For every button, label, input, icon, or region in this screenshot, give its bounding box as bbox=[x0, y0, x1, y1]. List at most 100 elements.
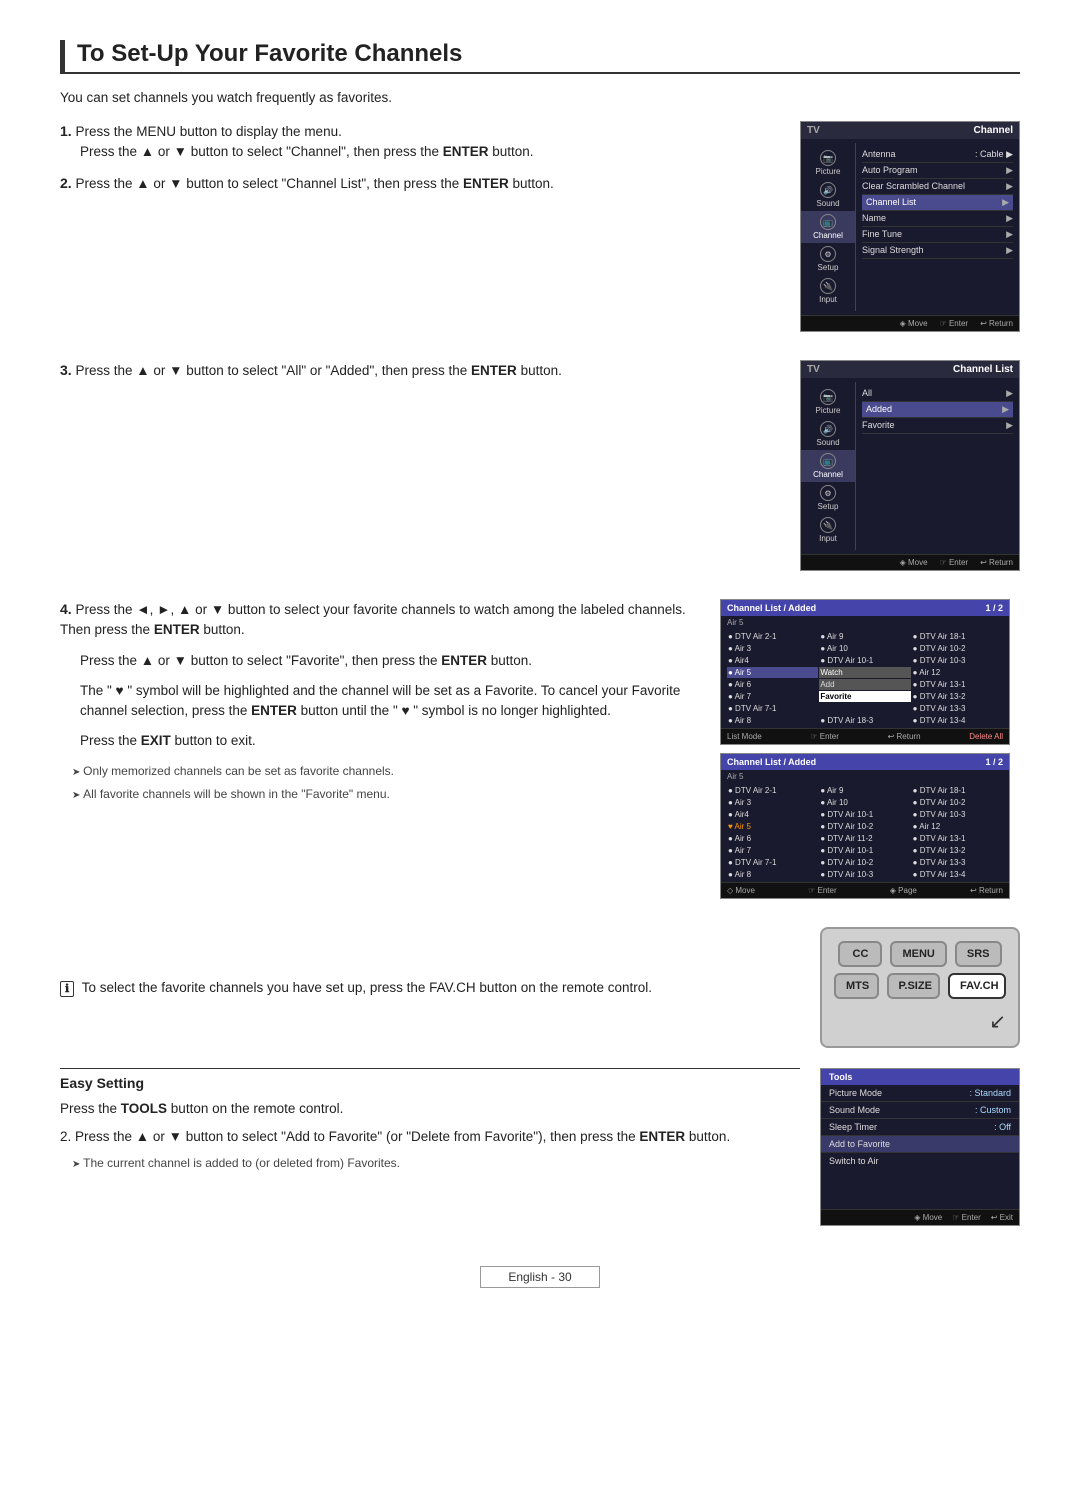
ch2-dtv13-2: ● DTV Air 13-2 bbox=[912, 845, 1003, 856]
menu1-row-finetune: Fine Tune▶ bbox=[862, 227, 1013, 243]
tv-channel-menu: TV Channel 📷 Picture 🔊 Sound 📺 Channel bbox=[800, 121, 1020, 332]
step4-sub1: Press the ▲ or ▼ button to select "Favor… bbox=[60, 651, 700, 671]
ch2-dtv11-2: ● DTV Air 11-2 bbox=[819, 833, 910, 844]
tools-row-switch: Switch to Air bbox=[821, 1153, 1019, 1169]
context-add: Add bbox=[819, 679, 910, 690]
menu2-row-added: Added▶ bbox=[862, 402, 1013, 418]
channel-added-menu1: Channel List / Added 1 / 2 Air 5 ● DTV A… bbox=[720, 599, 1010, 745]
ch-air9: ● Air 9 bbox=[819, 631, 910, 642]
remote-row1: CC MENU SRS bbox=[834, 941, 1006, 967]
ch-dtv10-3b: ● DTV Air 18-3 bbox=[819, 715, 910, 726]
menu2-sidebar: 📷 Picture 🔊 Sound 📺 Channel ⚙ Setup bbox=[801, 382, 856, 550]
tools-menu: Tools Picture Mode: Standard Sound Mode:… bbox=[820, 1068, 1020, 1226]
remote-btn-srs: SRS bbox=[955, 941, 1002, 967]
ch2-dtv13-4: ● DTV Air 13-4 bbox=[912, 869, 1003, 880]
note2: All favorite channels will be shown in t… bbox=[60, 785, 700, 804]
ch2-air7: ● Air 7 bbox=[727, 845, 818, 856]
ch-air6: ● Air 6 bbox=[727, 679, 818, 690]
ch-dtv13-1: ● DTV Air 13-1 bbox=[912, 679, 1003, 690]
ch2-air4: ● Air4 bbox=[727, 809, 818, 820]
tools-row-add: Add to Favorite bbox=[821, 1136, 1019, 1153]
step1: 1. Press the MENU button to display the … bbox=[60, 121, 780, 163]
sidebar-setup: ⚙ Setup bbox=[801, 243, 855, 275]
menu1-row-signal: Signal Strength▶ bbox=[862, 243, 1013, 259]
ch2-dtv10-2: ● DTV Air 10-2 bbox=[912, 797, 1003, 808]
menu2-content: All▶ Added▶ Favorite▶ bbox=[856, 382, 1019, 550]
menu1-header: TV Channel bbox=[801, 122, 1019, 139]
channel-added-menu2: Channel List / Added 1 / 2 Air 5 ● DTV A… bbox=[720, 753, 1010, 899]
ch2-dtv10-2b: ● DTV Air 10-2 bbox=[819, 821, 910, 832]
ch-dtv13-2: ● DTV Air 13-2 bbox=[912, 691, 1003, 702]
menu1-sidebar: 📷 Picture 🔊 Sound 📺 Channel ⚙ Setup bbox=[801, 143, 856, 311]
remote-btn-menu: MENU bbox=[890, 941, 946, 967]
ch-dtv13-4: ● DTV Air 13-4 bbox=[912, 715, 1003, 726]
channel-added-footer2: ◇ Move ☞ Enter ◈ Page ↩ Return bbox=[721, 882, 1009, 898]
menu1-screenshot: TV Channel 📷 Picture 🔊 Sound 📺 Channel bbox=[800, 121, 1020, 340]
menu1-content: Antenna: Cable ▶ Auto Program▶ Clear Scr… bbox=[856, 143, 1019, 311]
intro-text: You can set channels you watch frequentl… bbox=[60, 90, 1020, 105]
remote-row2: MTS P.SIZE FAV.CH bbox=[834, 973, 1006, 999]
sidebar-sound: 🔊 Sound bbox=[801, 179, 855, 211]
ch2-dtv13-3: ● DTV Air 13-3 bbox=[912, 857, 1003, 868]
tools-menu-footer: ◈ Move☞ Enter↩ Exit bbox=[821, 1209, 1019, 1225]
sidebar2-sound: 🔊 Sound bbox=[801, 418, 855, 450]
ch2-air10: ● Air 10 bbox=[819, 797, 910, 808]
ch-air3: ● Air 3 bbox=[727, 643, 818, 654]
ch2-dtv7-1: ● DTV Air 7-1 bbox=[727, 857, 818, 868]
sidebar2-channel: 📺 Channel bbox=[801, 450, 855, 482]
step4-screenshots: Channel List / Added 1 / 2 Air 5 ● DTV A… bbox=[720, 599, 1020, 907]
ch2-dtv10-3: ● DTV Air 10-3 bbox=[912, 809, 1003, 820]
easy-setting-step1: Press the TOOLS button on the remote con… bbox=[60, 1099, 800, 1119]
menu2-row-all: All▶ bbox=[862, 386, 1013, 402]
menu1-footer: ◈ Move☞ Enter↩ Return bbox=[801, 315, 1019, 331]
ch-dtv10-2a: ● DTV Air 10-2 bbox=[912, 643, 1003, 654]
ch-dtv2-1: ● DTV Air 2-1 bbox=[727, 631, 818, 642]
page-title: To Set-Up Your Favorite Channels bbox=[60, 40, 1020, 74]
ch2-dtv10-2c: ● DTV Air 10-2 bbox=[819, 857, 910, 868]
menu1-row-auto: Auto Program▶ bbox=[862, 163, 1013, 179]
ch-dtv10-3: ● DTV Air 10-3 bbox=[912, 655, 1003, 666]
ch2-dtv10-1: ● DTV Air 10-1 bbox=[819, 809, 910, 820]
tv-channellist-menu: TV Channel List 📷 Picture 🔊 Sound 📺 Cha bbox=[800, 360, 1020, 571]
ch2-air8: ● Air 8 bbox=[727, 869, 818, 880]
channel-added-footer1: List Mode ☞ Enter ↩ Return Delete All bbox=[721, 728, 1009, 744]
menu1-row-channellist: Channel List▶ bbox=[862, 195, 1013, 211]
ch2-dtv10-1b: ● DTV Air 10-1 bbox=[819, 845, 910, 856]
sidebar-input: 🔌 Input bbox=[801, 275, 855, 307]
ch2-air6: ● Air 6 bbox=[727, 833, 818, 844]
easy-setting-note: The current channel is added to (or dele… bbox=[60, 1156, 800, 1170]
easy-setting-step2: 2. Press the ▲ or ▼ button to select "Ad… bbox=[60, 1127, 800, 1147]
sidebar2-picture: 📷 Picture bbox=[801, 386, 855, 418]
menu1-row-clear: Clear Scrambled Channel▶ bbox=[862, 179, 1013, 195]
menu2-header: TV Channel List bbox=[801, 361, 1019, 378]
tools-row-picture: Picture Mode: Standard bbox=[821, 1085, 1019, 1102]
sidebar2-input: 🔌 Input bbox=[801, 514, 855, 546]
channel-added-header2: Channel List / Added 1 / 2 bbox=[721, 754, 1009, 770]
remote-control: CC MENU SRS MTS P.SIZE FAV.CH ↙ bbox=[820, 927, 1020, 1048]
page-footer: English - 30 bbox=[480, 1266, 600, 1288]
menu2-footer: ◈ Move☞ Enter↩ Return bbox=[801, 554, 1019, 570]
ch2-dtv10-3b: ● DTV Air 10-3 bbox=[819, 869, 910, 880]
tools-row-sound: Sound Mode: Custom bbox=[821, 1102, 1019, 1119]
note1: Only memorized channels can be set as fa… bbox=[60, 762, 700, 781]
ch-dtv13-3: ● DTV Air 13-3 bbox=[912, 703, 1003, 714]
ch-air5-sel: ● Air 5 bbox=[727, 667, 818, 678]
ch-dtv10-2b bbox=[819, 703, 910, 714]
step3: 3. Press the ▲ or ▼ button to select "Al… bbox=[60, 360, 780, 381]
remote-btn-cc: CC bbox=[838, 941, 882, 967]
ch-air7: ● Air 7 bbox=[727, 691, 818, 702]
ch2-air3: ● Air 3 bbox=[727, 797, 818, 808]
step4-exit: Press the EXIT button to exit. bbox=[60, 731, 700, 751]
tools-menu-header: Tools bbox=[821, 1069, 1019, 1085]
ch-dtv7-1: ● DTV Air 7-1 bbox=[727, 703, 818, 714]
menu1-row-antenna: Antenna: Cable ▶ bbox=[862, 147, 1013, 163]
context-favorite: Favorite bbox=[819, 691, 910, 702]
ch-dtv18-1: ● DTV Air 18-1 bbox=[912, 631, 1003, 642]
ch2-air12: ● Air 12 bbox=[912, 821, 1003, 832]
ch-air12: ● Air 12 bbox=[912, 667, 1003, 678]
step4-sub2: The " ♥ " symbol will be highlighted and… bbox=[60, 681, 700, 722]
easy-setting-title: Easy Setting bbox=[60, 1068, 800, 1091]
remote-btn-favch: FAV.CH bbox=[948, 973, 1006, 999]
tools-row-sleep: Sleep Timer: Off bbox=[821, 1119, 1019, 1136]
ch-air10: ● Air 10 bbox=[819, 643, 910, 654]
